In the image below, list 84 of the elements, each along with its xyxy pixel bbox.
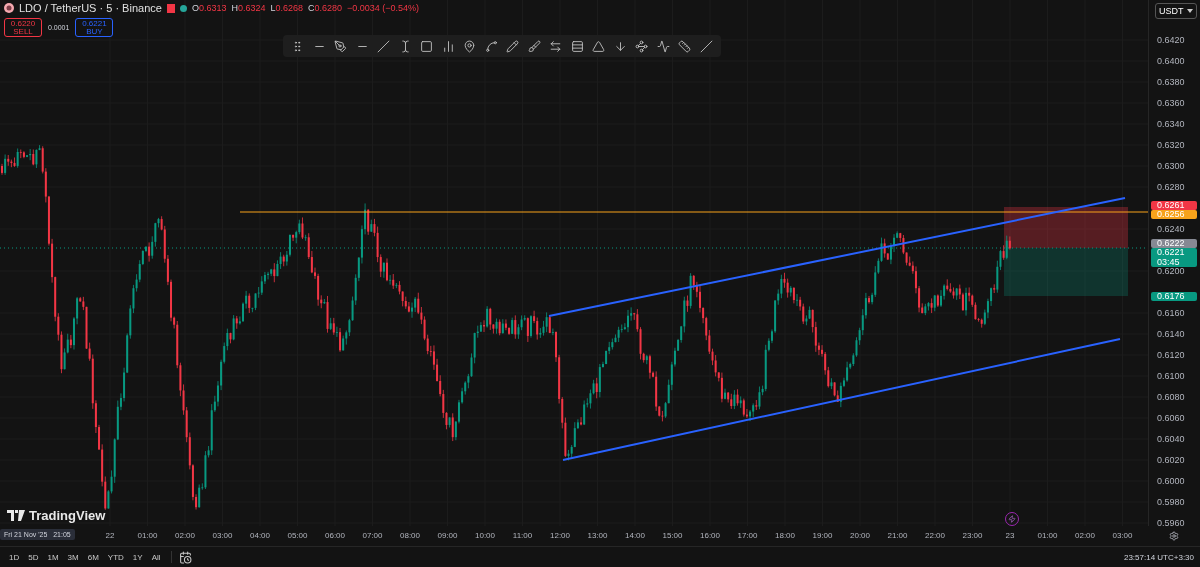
time-label: 06:00: [325, 531, 345, 540]
status-dot-icon: [179, 4, 187, 12]
time-label: 07:00: [362, 531, 383, 540]
time-label: 09:00: [437, 531, 458, 540]
range-button[interactable]: 3M: [64, 550, 82, 564]
calendar-icon[interactable]: [178, 550, 192, 564]
time-label: 15:00: [662, 531, 683, 540]
price-badge: 0.6221 03:45: [1151, 248, 1197, 268]
time-label: 23:00: [962, 531, 983, 540]
time-label: 04:00: [250, 531, 270, 540]
range-button[interactable]: All: [148, 550, 164, 564]
price-tick: 0.6340: [1157, 119, 1185, 129]
currency-dropdown[interactable]: USDT: [1155, 3, 1197, 19]
ohlc-value: O0.6313: [191, 3, 227, 13]
logo-text: TradingView: [29, 508, 106, 523]
price-tick: 0.6060: [1157, 413, 1185, 423]
time-label: 14:00: [625, 531, 645, 540]
price-tick: 0.6100: [1157, 371, 1185, 381]
price-tick: 0.6200: [1157, 266, 1185, 276]
time-label: 22: [105, 531, 115, 540]
waypoints-icon[interactable]: [632, 37, 651, 55]
buy-button[interactable]: 0.6221 BUY: [75, 18, 114, 37]
price-badge: 0.6261: [1151, 200, 1197, 210]
range-button[interactable]: 6M: [84, 550, 102, 564]
time-label: 17:00: [737, 531, 758, 540]
time-label: 05:00: [287, 531, 308, 540]
price-tick: 0.6160: [1157, 308, 1185, 318]
symbol-title: LDO / TetherUS · 5 · Binance: [19, 2, 162, 14]
price-badge: 0.6222: [1151, 239, 1197, 249]
price-tick: 0.6240: [1157, 224, 1185, 234]
price-tick: 0.6020: [1157, 455, 1185, 465]
ohlc-value: H0.6324: [231, 3, 266, 13]
time-label: 11:00: [512, 531, 533, 540]
clock-text: 23:57:14 UTC+3:30: [1123, 552, 1194, 562]
range-button[interactable]: 1Y: [129, 550, 146, 564]
caret-icon: [1187, 9, 1193, 13]
range-button[interactable]: 5D: [25, 550, 42, 564]
time-label: 20:00: [850, 531, 870, 540]
time-label: 21:00: [887, 531, 908, 540]
time-label: 19:00: [812, 531, 833, 540]
range-button[interactable]: 1M: [44, 550, 62, 564]
ruler-icon[interactable]: [675, 37, 694, 55]
price-tick: 0.5980: [1157, 497, 1185, 507]
sell-button[interactable]: 0.6220 SELL: [4, 18, 42, 37]
time-label: 02:00: [175, 531, 195, 540]
range-button[interactable]: YTD: [104, 550, 127, 564]
price-tick: 0.5960: [1157, 518, 1185, 528]
ohlc-value: C0.6280: [308, 3, 343, 13]
time-label: 23: [1005, 531, 1015, 540]
time-label: 10:00: [475, 531, 495, 540]
time-label: 22:00: [925, 531, 945, 540]
time-label: 18:00: [775, 531, 795, 540]
price-tick: 0.6380: [1157, 77, 1185, 87]
range-button[interactable]: 1D: [6, 550, 23, 564]
price-tick: 0.6420: [1157, 35, 1185, 45]
price-tick: 0.6140: [1157, 329, 1185, 339]
price-tick: 0.6080: [1157, 392, 1185, 402]
logo-icon: [7, 510, 25, 521]
time-label: 16:00: [700, 531, 720, 540]
price-tick: 0.6320: [1157, 140, 1185, 150]
settings-icon[interactable]: [1169, 531, 1179, 541]
price-badge: 0.6256: [1151, 209, 1197, 219]
lightning-icon[interactable]: [1005, 512, 1019, 526]
time-label: 01:00: [137, 531, 158, 540]
price-tick: 0.6300: [1157, 161, 1185, 171]
brush-icon[interactable]: [525, 37, 544, 55]
coin-icon: [4, 3, 14, 13]
price-tick: 0.6280: [1157, 182, 1185, 192]
time-label: 13:00: [587, 531, 608, 540]
time-label: 02:00: [1075, 531, 1095, 540]
price-tick: 0.6400: [1157, 56, 1185, 66]
change-value: −0.0034 (−0.54%): [347, 3, 420, 13]
time-label: 08:00: [400, 531, 420, 540]
time-label: 03:00: [212, 531, 233, 540]
time-label: 03:00: [1112, 531, 1133, 540]
price-tick: 0.6040: [1157, 434, 1185, 444]
price-tick: 0.6000: [1157, 476, 1185, 486]
time-label: 01:00: [1037, 531, 1058, 540]
price-tick: 0.6360: [1157, 98, 1185, 108]
price-tick: 0.6120: [1157, 350, 1185, 360]
time-label: 12:00: [550, 531, 570, 540]
pencil-icon[interactable]: [503, 37, 522, 55]
price-badge: 0.6176: [1151, 291, 1197, 301]
ohlc-value: L0.6268: [270, 3, 303, 13]
